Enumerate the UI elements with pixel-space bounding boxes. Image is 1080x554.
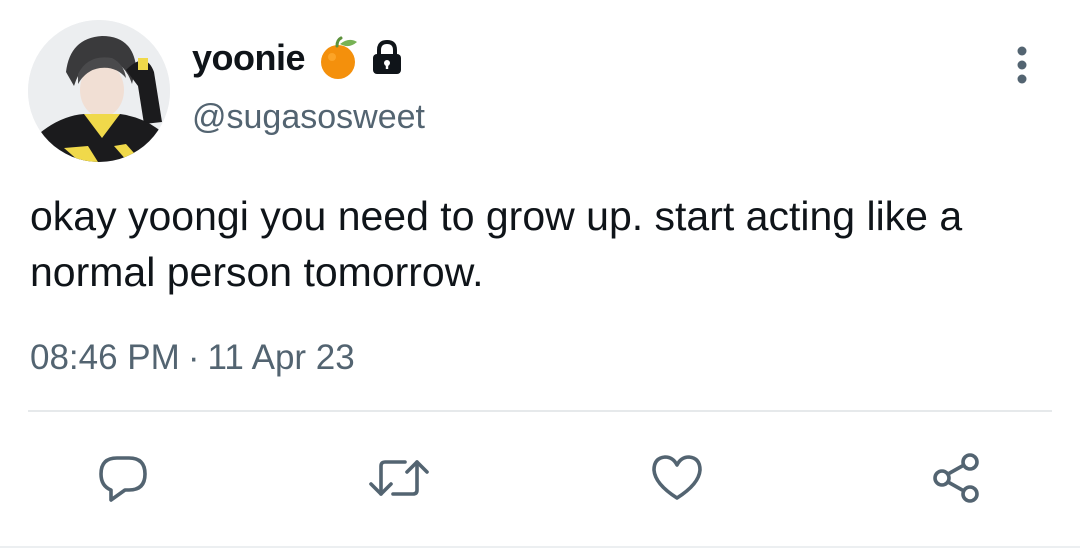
share-icon	[933, 453, 979, 503]
avatar-image	[28, 20, 170, 162]
tweet-card: yoonie @sugasosweet okay yoongi you need…	[0, 0, 1080, 554]
action-bar	[0, 446, 1080, 510]
display-name-row: yoonie	[192, 34, 407, 82]
reply-icon	[99, 456, 147, 502]
share-button[interactable]	[924, 446, 988, 510]
lock-icon	[367, 38, 407, 78]
user-handle[interactable]: @sugasosweet	[192, 98, 425, 137]
like-button[interactable]	[645, 446, 709, 510]
display-name[interactable]: yoonie	[192, 37, 306, 79]
retweet-button[interactable]	[367, 446, 431, 510]
reply-button[interactable]	[91, 446, 155, 510]
divider	[28, 410, 1052, 412]
more-options-button[interactable]	[1000, 40, 1044, 90]
tangerine-emoji-icon	[315, 35, 361, 81]
tweet-time: 08:46 PM	[30, 338, 180, 377]
like-icon	[652, 455, 702, 500]
avatar[interactable]	[28, 20, 170, 162]
meta-separator: ·	[187, 338, 200, 377]
retweet-icon	[369, 460, 429, 496]
bottom-divider	[0, 546, 1080, 548]
tweet-date: 11 Apr 23	[207, 338, 355, 377]
tweet-text: okay yoongi you need to grow up. start a…	[30, 193, 963, 295]
tweet-timestamp[interactable]: 08:46 PM · 11 Apr 23	[30, 338, 355, 378]
more-vertical-icon	[1017, 46, 1027, 84]
